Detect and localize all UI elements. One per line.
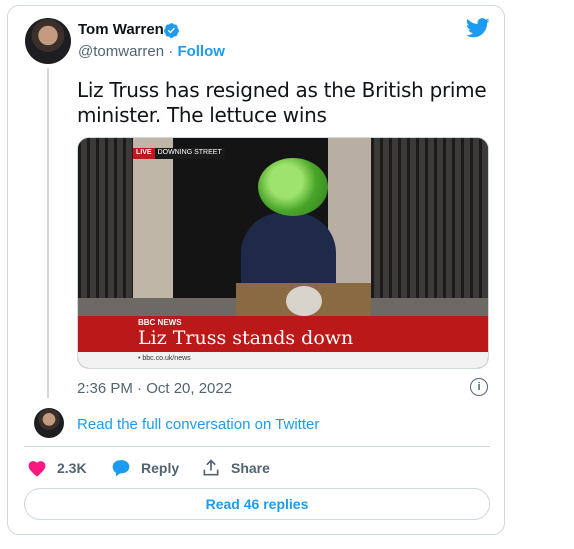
author-name[interactable]: Tom Warren (78, 21, 164, 38)
tweet-timestamp[interactable]: 2:36 PM · Oct 20, 2022 (77, 380, 232, 397)
author-avatar[interactable] (25, 18, 71, 64)
lettuce-head (258, 158, 328, 216)
pillar-left (133, 138, 178, 313)
read-full-conversation-link[interactable]: Read the full conversation on Twitter (77, 416, 319, 433)
railing-left (78, 138, 133, 318)
like-button[interactable]: 2.3K (27, 458, 87, 478)
live-tag: LIVE (133, 148, 155, 159)
read-replies-button[interactable]: Read 46 replies (24, 488, 490, 520)
tweet-text: Liz Truss has resigned as the British pr… (77, 78, 487, 127)
separator-dot: · (168, 43, 174, 60)
twitter-bird-icon[interactable] (466, 18, 490, 38)
royal-crest (286, 286, 322, 316)
divider (24, 446, 490, 447)
info-icon[interactable]: i (470, 378, 488, 396)
thread-line (47, 68, 49, 398)
location-tag: DOWNING STREET (154, 148, 225, 159)
news-url: • bbc.co.uk/news (138, 355, 191, 362)
news-headline: Liz Truss stands down (138, 327, 354, 349)
handle-row: @tomwarren · Follow (78, 43, 225, 60)
follow-button[interactable]: Follow (177, 43, 225, 60)
heart-icon (28, 461, 46, 477)
channel-label: BBC NEWS (138, 318, 182, 327)
share-label: Share (231, 460, 270, 476)
conversation-avatar[interactable] (34, 408, 64, 438)
speech-bubble-icon (112, 460, 130, 477)
likes-count: 2.3K (57, 460, 87, 476)
reply-button[interactable]: Reply (111, 458, 179, 478)
share-upload-icon (203, 459, 219, 476)
author-handle[interactable]: @tomwarren (78, 43, 164, 60)
railing-right (371, 138, 488, 318)
tweet-media-image[interactable]: LIVE DOWNING STREET BBC NEWS Liz Truss s… (77, 137, 489, 369)
share-button[interactable]: Share (201, 458, 270, 478)
live-bar: LIVE DOWNING STREET (133, 148, 225, 159)
verified-badge-icon (164, 23, 179, 38)
reply-label: Reply (141, 460, 180, 476)
